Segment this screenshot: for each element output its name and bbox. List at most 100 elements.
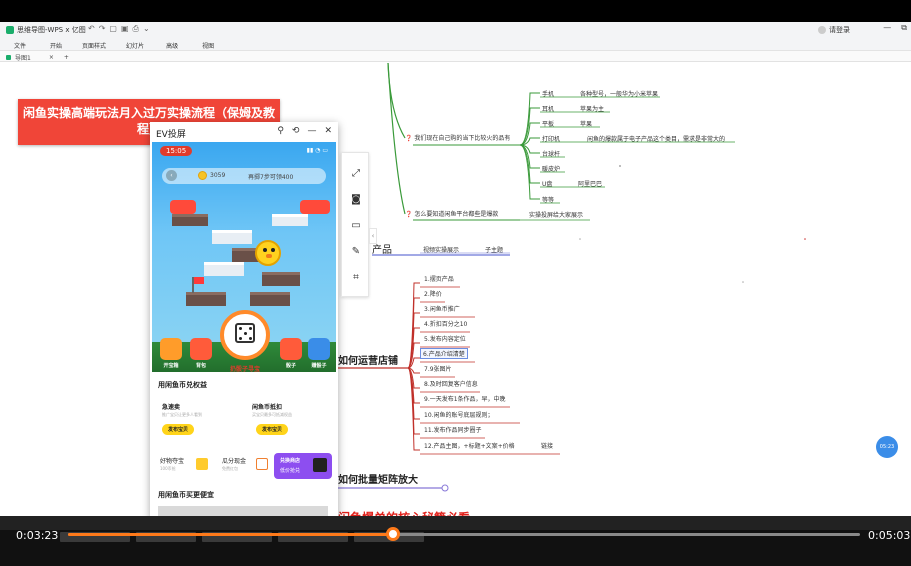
backpack-icon[interactable] <box>190 338 212 360</box>
close-icon[interactable]: × <box>49 54 54 61</box>
current-time: 0:03:23 <box>16 529 59 542</box>
item-printer-desc[interactable]: 闲鱼的爆款属于电子产品这个类目，需求是非常大的 <box>587 134 725 143</box>
tab-doc[interactable]: 导图1 × + <box>6 53 69 62</box>
topic-video-demo[interactable]: 视频实操展示 <box>423 245 459 254</box>
game-tab-label: 骰子 <box>285 363 296 369</box>
row-title[interactable]: 瓜分现金 <box>222 456 246 465</box>
progress-handle[interactable] <box>385 527 400 541</box>
topic-subtopic[interactable]: 子主题 <box>485 245 503 254</box>
mindmap-canvas[interactable]: ❓ 我们现在自己购的当下比较火的品有 ❓ 怎么要知道闲鱼平台都些是爆款 实操投屏… <box>0 63 911 518</box>
undo-icon[interactable]: ↶ <box>88 24 95 34</box>
dice-pip <box>244 332 247 335</box>
item-phone[interactable]: 手机 <box>542 89 554 98</box>
card-title: 急速卖 <box>162 404 181 411</box>
item-usb-desc[interactable]: 阿里巴巴 <box>578 179 602 188</box>
store-item[interactable]: 5.发布内容定位 <box>424 334 466 343</box>
user-login[interactable]: 请登录 <box>818 25 850 35</box>
minimize-icon[interactable]: — <box>883 23 891 33</box>
rotate-icon[interactable]: ⟲ <box>292 126 300 136</box>
crop-icon[interactable]: ⌗ <box>349 271 363 285</box>
coins-count: 3059 <box>210 172 226 179</box>
phone-status-time: 15:05 <box>160 146 193 156</box>
store-item[interactable]: 12.产品主图，+标题+文案+价格 <box>424 441 515 450</box>
print-icon[interactable]: ⎙ <box>133 24 139 34</box>
menu-view[interactable]: 视图 <box>202 38 214 50</box>
record-icon[interactable]: ▭ <box>349 219 363 233</box>
redeem-store-button[interactable]: 兑换商店 低价抢兑 <box>274 453 332 479</box>
tab-doc-label: 导图1 <box>15 55 31 62</box>
store-item-link[interactable]: 链接 <box>541 441 553 450</box>
dice-pack-icon[interactable] <box>280 338 302 360</box>
add-tab-icon[interactable]: + <box>64 54 69 61</box>
store-item[interactable]: 11.发布作品同步圈子 <box>424 425 482 434</box>
item-heater[interactable]: 暖皮炉 <box>542 164 560 173</box>
row-title[interactable]: 好物夺宝 <box>160 456 184 465</box>
item-phone-desc[interactable]: 各种型号，一般华为小米苹果 <box>580 89 658 98</box>
collapse-toolbar-toggle[interactable]: ‹ <box>369 228 377 244</box>
store-item[interactable]: 9.一天发布1条作品，早，中晚 <box>424 394 506 403</box>
menu-home[interactable]: 开始 <box>50 38 62 50</box>
more-icon[interactable]: ⌄ <box>143 24 150 34</box>
topic-how-find-hot[interactable]: ❓ 怎么要知道闲鱼平台都些是爆款 <box>405 209 498 218</box>
game-tab-label: 背包 <box>195 363 206 369</box>
login-label: 请登录 <box>829 26 850 34</box>
cheaper-title: 用闲鱼币买更便宜 <box>158 491 214 499</box>
store-item[interactable]: 2.降价 <box>424 289 442 298</box>
menu-page-style[interactable]: 页面样式 <box>82 38 106 50</box>
item-tablet[interactable]: 平板 <box>542 119 554 128</box>
doc-icon <box>6 55 11 60</box>
menu-file[interactable]: 文件 <box>14 38 26 50</box>
store-item[interactable]: 4.折扣百分之10 <box>424 319 467 328</box>
item-tablet-desc[interactable]: 苹果 <box>580 119 592 128</box>
minimize-icon[interactable]: — <box>307 126 316 136</box>
store-icon <box>313 458 327 472</box>
gift-icon <box>196 458 208 470</box>
dice-pip <box>239 337 242 340</box>
back-icon[interactable]: ‹ <box>166 170 177 181</box>
dice-pip <box>249 327 252 330</box>
topic-batch-matrix[interactable]: 如何批量矩阵放大 <box>338 471 418 486</box>
menu-advanced[interactable]: 高级 <box>166 38 178 50</box>
store-item[interactable]: 7.9张图片 <box>424 364 452 373</box>
app-title: 思维导图-WPS x 亿图 <box>6 25 86 35</box>
item-etc[interactable]: 等等 <box>542 195 554 204</box>
publish-button[interactable]: 发布宝贝 <box>256 424 289 435</box>
item-earphone[interactable]: 耳机 <box>542 104 554 113</box>
menu-bar: 文件 开始 页面样式 幻灯片 高级 视图 <box>0 38 911 51</box>
topic-hot-products[interactable]: ❓ 我们现在自己购的当下比较火的品有 <box>405 133 510 142</box>
close-icon[interactable]: ✕ <box>324 126 332 136</box>
store-item[interactable]: 8.及时回复客户信息 <box>424 379 478 388</box>
new-icon[interactable]: ▢ <box>109 24 117 34</box>
brush-icon[interactable]: ✎ <box>349 245 363 259</box>
topic-demo-screen[interactable]: 实操投屏给大家展示 <box>529 210 583 219</box>
card-desc: 买宝贝最多可抵减权益 <box>252 412 292 417</box>
fullscreen-icon[interactable]: ⤢ <box>349 167 363 181</box>
floating-timer-badge[interactable]: 05:23 <box>876 436 898 458</box>
redo-icon[interactable]: ↷ <box>99 24 106 34</box>
treasure-box-icon[interactable] <box>160 338 182 360</box>
window-controls: — ⧉ <box>883 23 907 33</box>
board-tile <box>250 292 290 306</box>
benefits-section: 用闲鱼币兑权益 急速卖 推广宝贝让更多人看到 发布宝贝 闲鱼币抵扣 买宝贝最多可… <box>152 372 336 519</box>
item-earphone-desc[interactable]: 苹果为主 <box>580 104 604 113</box>
pin-icon[interactable]: ⚲ <box>277 126 284 136</box>
item-usb[interactable]: U盘 <box>542 179 552 188</box>
publish-button[interactable]: 发布宝贝 <box>162 424 195 435</box>
dice-pip <box>239 327 242 330</box>
restore-icon[interactable]: ⧉ <box>901 23 907 33</box>
item-cue[interactable]: 台球杆 <box>542 149 560 158</box>
store-item[interactable]: 1.摆页产品 <box>424 274 454 283</box>
ev-window-buttons: ⚲ ⟲ — ✕ <box>277 126 332 136</box>
menu-slides[interactable]: 幻灯片 <box>126 38 144 50</box>
total-time: 0:05:03 <box>868 529 911 542</box>
phone-screen[interactable]: 15:05 ▮▮ ◔ ▭ ‹ 3059 再掷7步可领400 开宝箱 背包 扔骰子… <box>152 142 336 519</box>
save-icon[interactable]: ▣ <box>121 24 129 34</box>
topic-store-ops[interactable]: 如何运营店铺 <box>338 352 398 367</box>
earn-dice-icon[interactable] <box>308 338 330 360</box>
store-item[interactable]: 10.闲鱼的账号底层规则； <box>424 410 494 419</box>
camera-icon[interactable]: ◙ <box>349 193 363 207</box>
store-item-selected[interactable]: 6.产品介绍清楚 <box>420 348 468 359</box>
benefits-title: 用闲鱼币兑权益 <box>158 381 207 389</box>
item-printer[interactable]: 打印机 <box>542 134 560 143</box>
store-item[interactable]: 3.闲鱼币推广 <box>424 304 460 313</box>
